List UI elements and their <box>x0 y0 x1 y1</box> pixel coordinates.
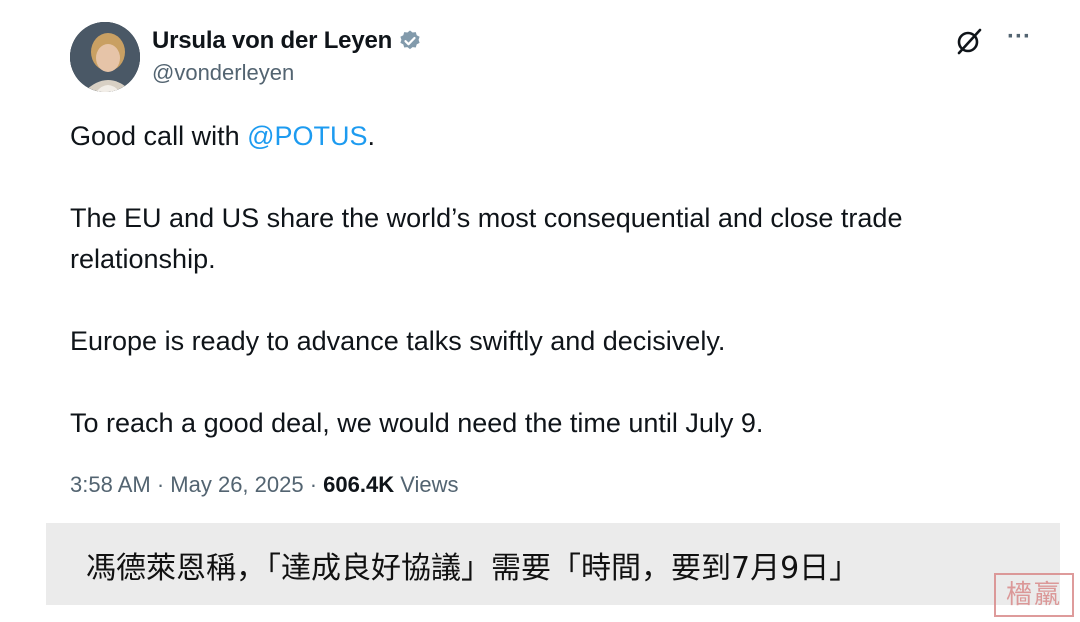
tweet-time[interactable]: 3:58 AM <box>70 472 151 497</box>
watermark-text: 檣羸 <box>1005 580 1062 610</box>
tweet-paragraph-3: Europe is ready to advance talks swiftly… <box>70 326 726 356</box>
caption-text: 馮德萊恩稱，「達成良好協議」需要「時間，要到7月9日」 <box>86 551 860 586</box>
avatar[interactable] <box>70 22 140 92</box>
tweet-meta: 3:58 AM · May 26, 2025 · 606.4K Views <box>70 472 459 498</box>
verified-badge-icon[interactable] <box>398 29 422 53</box>
display-name[interactable]: Ursula von der Leyen <box>152 27 392 55</box>
tweet-date[interactable]: May 26, 2025 <box>170 472 303 497</box>
more-options-icon[interactable]: ··· <box>1004 25 1034 56</box>
handle[interactable]: @vonderleyen <box>152 60 422 86</box>
avatar-image <box>70 22 140 92</box>
caption-bar: 馮德萊恩稱，「達成良好協議」需要「時間，要到7月9日」 <box>46 523 1060 605</box>
views-count[interactable]: 606.4K <box>323 472 394 497</box>
tweet-text-prefix: Good call with <box>70 121 248 151</box>
tweet-paragraph-2: The EU and US share the world’s most con… <box>70 203 903 274</box>
meta-separator: · <box>150 472 171 497</box>
tweet-paragraph-1: Good call with @POTUS. <box>70 116 1030 157</box>
tweet-text-suffix: . <box>367 121 376 151</box>
tweet-paragraph-4: To reach a good deal, we would need the … <box>70 408 764 438</box>
mention-link[interactable]: @POTUS <box>247 121 367 151</box>
tweet-header: Ursula von der Leyen @vonderleyen ··· <box>70 22 1040 92</box>
tweet-text: Good call with @POTUS. The EU and US sha… <box>70 116 1030 485</box>
watermark-logo: 檣羸 <box>994 573 1074 617</box>
views-label[interactable]: Views <box>394 472 458 497</box>
meta-separator: · <box>303 472 324 497</box>
grok-icon[interactable] <box>954 26 984 56</box>
tweet-screenshot: Ursula von der Leyen @vonderleyen ··· Go… <box>0 0 1080 622</box>
author-info: Ursula von der Leyen @vonderleyen <box>152 24 422 86</box>
display-name-row: Ursula von der Leyen <box>152 24 422 58</box>
